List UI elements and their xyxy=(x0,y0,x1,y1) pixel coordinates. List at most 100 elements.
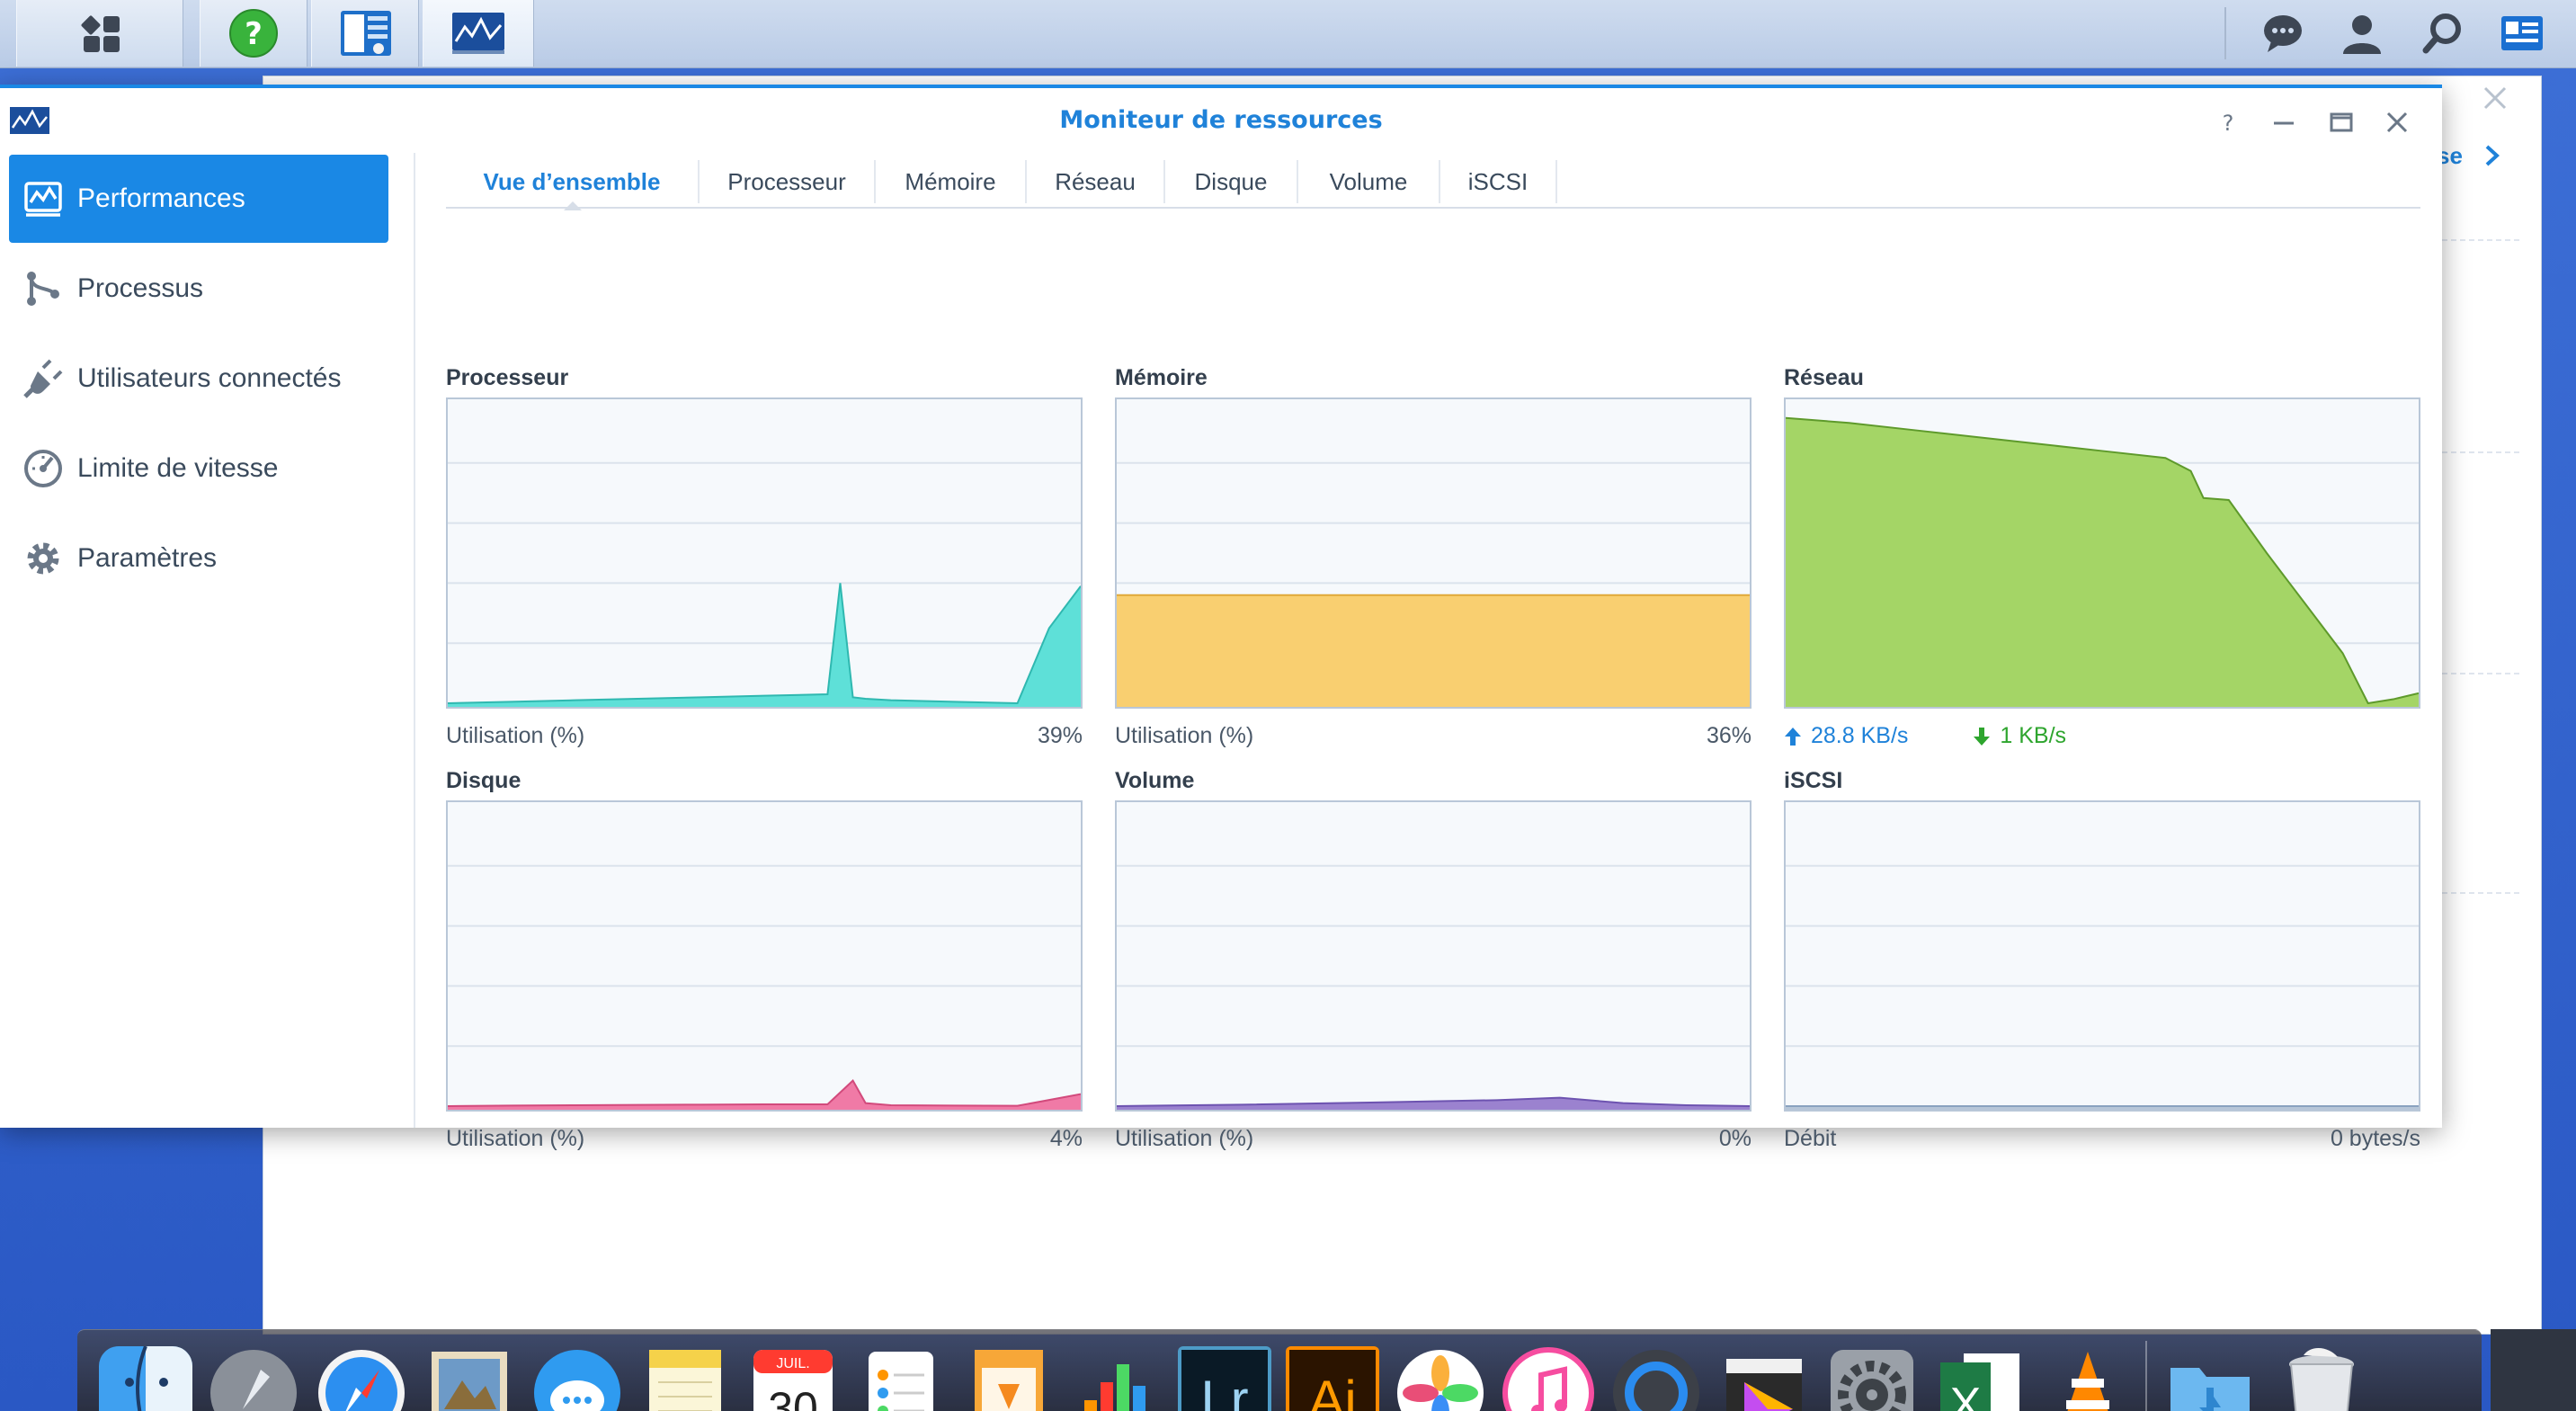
mail-icon[interactable] xyxy=(423,1346,516,1411)
tab-vue-d-ensemble[interactable]: Vue d’ensemble xyxy=(446,160,700,203)
illustrator-label: Ai xyxy=(1308,1370,1356,1411)
messages-icon[interactable] xyxy=(530,1346,624,1411)
memory-chart xyxy=(1115,397,1752,709)
tab-processeur[interactable]: Processeur xyxy=(700,160,876,203)
pages-icon[interactable] xyxy=(962,1346,1056,1411)
panel-footer-label: Utilisation (%) xyxy=(1115,1126,1254,1151)
volume-chart-svg xyxy=(1117,864,1750,1110)
taskbar-separator xyxy=(2224,7,2226,59)
help-center-icon: ? xyxy=(229,9,278,58)
calendar-day: 30 xyxy=(768,1383,818,1411)
network-chart xyxy=(1784,397,2420,709)
finder-icon[interactable] xyxy=(99,1346,192,1411)
maximize-icon[interactable] xyxy=(2327,108,2356,137)
speed-gauge-icon xyxy=(24,450,62,487)
sidebar-item-label: Utilisateurs connectés xyxy=(77,363,342,393)
panel-footer-value: 36% xyxy=(1706,723,1752,748)
notifications-icon[interactable] xyxy=(2260,11,2305,56)
iscsi-chart xyxy=(1784,800,2420,1112)
main-menu-icon xyxy=(81,15,120,52)
disk-chart xyxy=(446,800,1083,1112)
panel-title: iSCSI xyxy=(1784,768,1843,793)
resource-monitor-window: Moniteur de ressources ? Performances Pr… xyxy=(0,85,2442,1151)
tab-volume[interactable]: Volume xyxy=(1298,160,1440,203)
panel-footer-label: Utilisation (%) xyxy=(1115,723,1254,748)
downloads-folder-icon[interactable] xyxy=(2163,1346,2257,1411)
window-title: Moniteur de ressources xyxy=(1059,106,1383,134)
cpu-chart-svg xyxy=(448,461,1081,707)
widgets-icon[interactable] xyxy=(2500,11,2545,56)
quicktime-icon[interactable] xyxy=(1609,1346,1703,1411)
active-tab-caret xyxy=(564,201,582,210)
background-divider xyxy=(2442,451,2519,453)
lightroom-label: Lr xyxy=(1200,1370,1248,1411)
sidebar-item-processus[interactable]: Processus xyxy=(9,245,388,333)
system-preferences-icon[interactable] xyxy=(1825,1346,1919,1411)
desktop-corner xyxy=(2491,1329,2576,1411)
calendar-month: JUIL. xyxy=(776,1356,809,1371)
launchpad-icon[interactable] xyxy=(207,1346,300,1411)
background-link[interactable]: se xyxy=(2437,142,2501,170)
arrow-down-icon xyxy=(1974,727,1991,746)
final-cut-icon[interactable] xyxy=(1717,1346,1811,1411)
window-titlebar[interactable]: Moniteur de ressources ? xyxy=(0,88,2442,153)
process-icon xyxy=(27,272,59,306)
help-center-button[interactable]: ? xyxy=(200,0,308,67)
panel-footer-label: Utilisation (%) xyxy=(446,1126,585,1151)
tab-disque[interactable]: Disque xyxy=(1165,160,1298,203)
panel-footer-value: 39% xyxy=(1037,723,1083,748)
arrow-up-icon xyxy=(1785,727,1801,746)
memory-area xyxy=(1117,594,1750,707)
panel-footer-value: 4% xyxy=(1049,1126,1083,1151)
reminders-icon[interactable] xyxy=(854,1346,948,1411)
memory-chart-svg xyxy=(1117,461,1750,707)
minimize-icon[interactable] xyxy=(2269,108,2298,137)
tab-memoire[interactable]: Mémoire xyxy=(876,160,1027,203)
excel-icon[interactable]: X xyxy=(1933,1346,2027,1411)
sidebar-item-label: Performances xyxy=(77,183,245,213)
sidebar-item-performances[interactable]: Performances xyxy=(9,155,388,243)
panel-footer-value: 0 bytes/s xyxy=(2330,1126,2420,1151)
vlc-icon[interactable] xyxy=(2041,1346,2135,1411)
photos-icon[interactable] xyxy=(1394,1346,1487,1411)
close-icon[interactable] xyxy=(2383,108,2411,137)
background-close-icon[interactable] xyxy=(2480,83,2510,113)
network-footer: 28.8 KB/s 1 KB/s xyxy=(1784,723,2066,749)
user-icon[interactable] xyxy=(2340,11,2384,56)
panel-footer-value: 0% xyxy=(1718,1126,1752,1151)
sidebar-item-limite-de-vitesse[interactable]: Limite de vitesse xyxy=(9,424,388,513)
svg-text:?: ? xyxy=(245,16,263,52)
dock-separator xyxy=(2145,1341,2147,1411)
tab-reseau[interactable]: Réseau xyxy=(1027,160,1165,203)
tab-bar: Vue d’ensemble Processeur Mémoire Réseau… xyxy=(446,153,2420,210)
tab-iscsi[interactable]: iSCSI xyxy=(1440,160,1557,203)
itunes-icon[interactable] xyxy=(1502,1346,1595,1411)
network-chart-svg xyxy=(1786,416,2419,707)
search-icon[interactable] xyxy=(2420,11,2465,56)
trash-icon[interactable] xyxy=(2275,1346,2368,1411)
panel-title: Mémoire xyxy=(1115,365,1208,390)
sidebar-item-label: Paramètres xyxy=(77,543,218,573)
sidebar-item-parametres[interactable]: Paramètres xyxy=(9,514,388,603)
panel-title: Réseau xyxy=(1784,365,1864,390)
safari-icon[interactable] xyxy=(315,1346,408,1411)
sidebar-item-label: Processus xyxy=(77,273,204,303)
volume-chart xyxy=(1115,800,1752,1112)
illustrator-icon[interactable]: Ai xyxy=(1286,1346,1379,1411)
notes-icon[interactable] xyxy=(638,1346,732,1411)
main-menu-button[interactable] xyxy=(16,0,183,67)
network-download-rate: 1 KB/s xyxy=(2000,723,2067,748)
svg-text:?: ? xyxy=(2223,111,2234,136)
package-center-button[interactable] xyxy=(311,0,419,67)
sidebar: Performances Processus Utilisateurs conn… xyxy=(0,153,415,1128)
sidebar-item-utilisateurs-connectes[interactable]: Utilisateurs connectés xyxy=(9,335,388,423)
background-divider xyxy=(2442,673,2519,674)
help-icon[interactable]: ? xyxy=(2214,108,2242,137)
resource-monitor-button[interactable] xyxy=(423,0,534,67)
lightroom-icon[interactable]: Lr xyxy=(1178,1346,1271,1411)
calendar-icon[interactable]: JUIL. 30 xyxy=(746,1346,840,1411)
numbers-icon[interactable] xyxy=(1070,1346,1163,1411)
network-area xyxy=(1786,417,2419,707)
background-divider xyxy=(2442,239,2519,241)
content-area: Vue d’ensemble Processeur Mémoire Réseau… xyxy=(415,153,2442,1151)
